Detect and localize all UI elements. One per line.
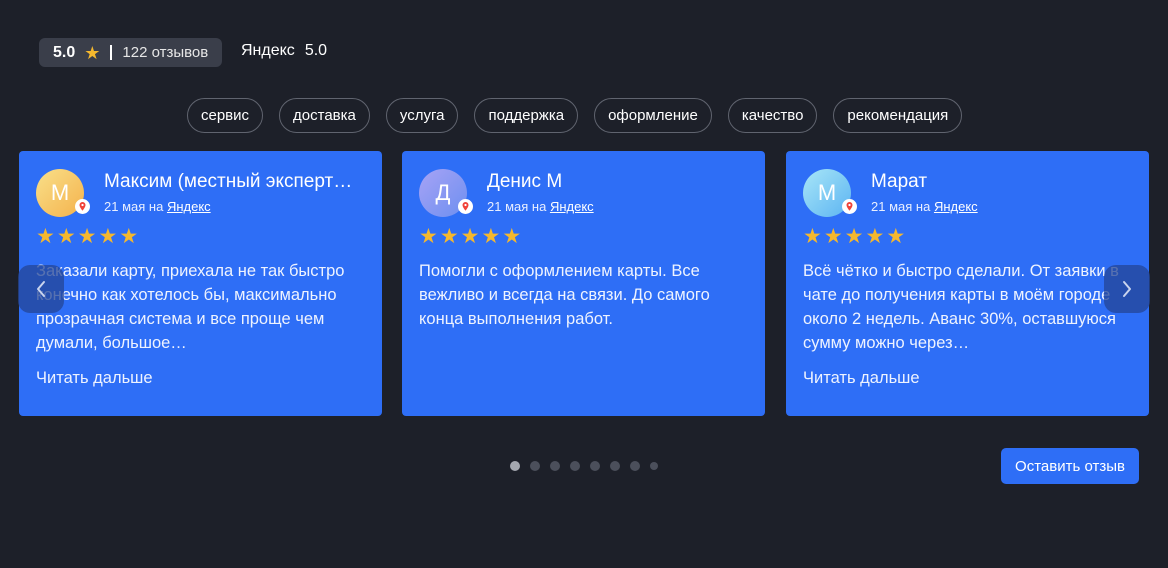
avatar-initial: М	[50, 180, 70, 205]
next-button[interactable]	[1104, 265, 1150, 313]
prev-button[interactable]	[18, 265, 64, 313]
review-card: М Максим (местный эксперт… 21 мая на Янд…	[19, 151, 382, 416]
tag-chip[interactable]: услуга	[385, 98, 459, 133]
chevron-left-icon	[37, 281, 45, 297]
star-icon: ★	[56, 225, 76, 248]
review-meta: 21 мая на Яндекс	[871, 199, 978, 214]
review-meta: 21 мая на Яндекс	[487, 199, 594, 214]
avatar-initial: Д	[435, 180, 451, 205]
star-icon: ★	[77, 225, 97, 248]
tag-chip[interactable]: рекомендация	[833, 98, 963, 133]
review-card: Д Денис М 21 мая на Яндекс ★ ★ ★ ★ ★ Помогли…	[402, 151, 765, 416]
tag-list: сервис доставка услуга поддержка оформле…	[187, 98, 963, 133]
divider	[110, 45, 113, 60]
star-rating: ★ ★ ★ ★ ★	[803, 226, 905, 247]
tag-chip[interactable]: сервис	[187, 98, 264, 133]
reviews-widget: 5.0 ★ 122 отзывов Яндекс 5.0 сервис доста…	[0, 0, 1168, 568]
review-source-link[interactable]: Яндекс	[550, 199, 594, 214]
review-text: Помогли с оформлением карты. Все вежливо…	[419, 262, 710, 328]
review-card: М Марат 21 мая на Яндекс ★ ★ ★ ★ ★ Всё чётко…	[786, 151, 1149, 416]
avatar: М	[803, 169, 857, 217]
tag-chip[interactable]: оформление	[594, 98, 712, 133]
review-date: 21 мая на	[487, 199, 547, 214]
review-date: 21 мая на	[871, 199, 931, 214]
pagination-dot[interactable]	[510, 461, 520, 471]
star-rating: ★ ★ ★ ★ ★	[36, 226, 138, 247]
tag-chip[interactable]: доставка	[279, 98, 370, 133]
pagination-dot[interactable]	[650, 462, 658, 470]
star-rating: ★ ★ ★ ★ ★	[419, 226, 521, 247]
source-score: 5.0	[304, 42, 328, 59]
review-author: Денис М	[487, 171, 563, 192]
read-more-link[interactable]: Читать дальше	[36, 369, 153, 388]
review-author: Максим (местный эксперт…	[104, 171, 353, 192]
star-icon: ★	[481, 225, 501, 248]
pagination-dot[interactable]	[630, 461, 640, 471]
avatar-initial: М	[817, 180, 837, 205]
pagination-dots	[510, 461, 658, 471]
review-author: Марат	[871, 171, 928, 192]
tag-chip[interactable]: качество	[727, 98, 818, 133]
star-icon: ★	[865, 225, 885, 248]
pagination-dot[interactable]	[530, 461, 540, 471]
pagination-dot[interactable]	[610, 461, 620, 471]
star-icon: ★	[502, 225, 522, 248]
review-source-link[interactable]: Яндекс	[167, 199, 211, 214]
star-icon: ★	[419, 225, 438, 248]
review-source-link[interactable]: Яндекс	[934, 199, 978, 214]
pagination-dot[interactable]	[590, 461, 600, 471]
map-pin-icon	[458, 199, 473, 214]
rating-summary: 5.0 ★ 122 отзывов	[39, 38, 223, 67]
star-icon: ★	[84, 42, 101, 63]
star-icon: ★	[119, 225, 139, 248]
source-rating: Яндекс 5.0	[241, 42, 327, 60]
star-icon: ★	[823, 225, 843, 248]
star-icon: ★	[844, 225, 864, 248]
reviews-count: 122 отзывов	[122, 44, 209, 61]
star-icon: ★	[803, 225, 822, 248]
avatar: М	[36, 169, 90, 217]
star-icon: ★	[886, 225, 906, 248]
review-text: Всё чётко и быстро сделали. От заявки в …	[803, 262, 1119, 352]
avatar: Д	[419, 169, 473, 217]
pagination-dot[interactable]	[570, 461, 580, 471]
star-icon: ★	[36, 225, 55, 248]
leave-review-button[interactable]: Оставить отзыв	[1001, 448, 1139, 484]
star-icon: ★	[98, 225, 118, 248]
map-pin-icon	[75, 199, 90, 214]
chevron-right-icon	[1123, 281, 1131, 297]
star-icon: ★	[439, 225, 459, 248]
read-more-link[interactable]: Читать дальше	[803, 369, 920, 388]
review-date: 21 мая на	[104, 199, 164, 214]
pagination-dot[interactable]	[550, 461, 560, 471]
tag-chip[interactable]: поддержка	[474, 98, 579, 133]
review-meta: 21 мая на Яндекс	[104, 199, 211, 214]
map-pin-icon	[842, 199, 857, 214]
star-icon: ★	[460, 225, 480, 248]
rating-score: 5.0	[53, 43, 76, 61]
source-name: Яндекс	[241, 42, 295, 59]
review-text: Заказали карту, приехала не так быстро к…	[36, 262, 345, 352]
